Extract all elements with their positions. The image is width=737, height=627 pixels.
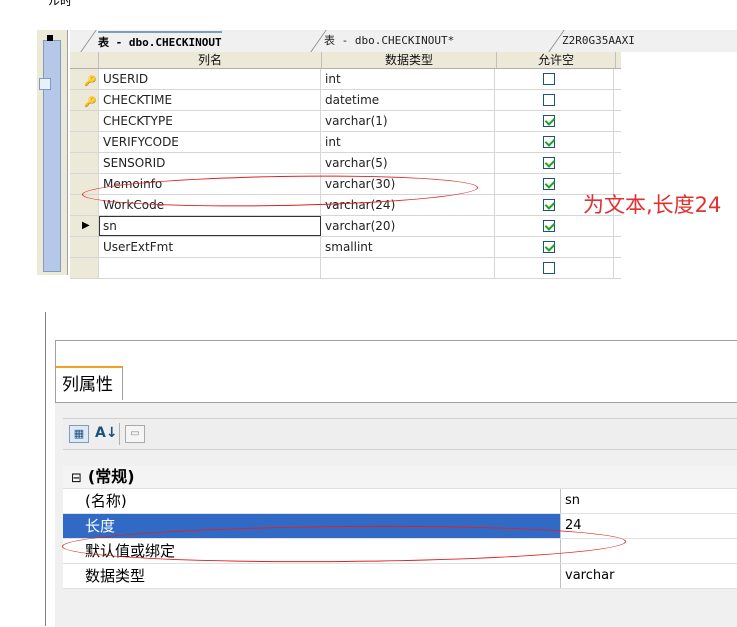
document-tab-bar: 表 - dbo.CHECKINOUT 表 - dbo.CHECKINOUT* Z… (70, 30, 737, 52)
data-type-cell[interactable]: int (321, 69, 495, 89)
allow-null-checkbox[interactable] (543, 157, 555, 169)
column-name-cell[interactable]: USERID (99, 69, 321, 89)
caption-fragment-text: ル时 (48, 0, 73, 8)
tab-checkinout-design[interactable]: 表 - dbo.CHECKINOUT (98, 31, 222, 53)
allow-null-checkbox[interactable] (543, 136, 555, 148)
collapse-icon[interactable]: ⊟ (71, 471, 82, 486)
prop-name: (名称) (63, 489, 561, 513)
categorized-icon[interactable]: ▦ (69, 425, 89, 443)
column-name-cell[interactable]: UserExtFmt (99, 237, 321, 257)
prop-row-data-type[interactable]: 数据类型 varchar (63, 564, 737, 589)
alphabetical-sort-icon[interactable]: A↓ (95, 425, 118, 441)
row-selector[interactable] (70, 111, 99, 131)
tree-node-icon[interactable] (39, 78, 51, 90)
prop-name: 数据类型 (63, 564, 561, 588)
allow-null-header[interactable]: 允许空 (497, 52, 616, 68)
allow-null-cell (495, 90, 614, 110)
table-row[interactable]: 🔑 USERID int (70, 69, 621, 90)
row-selector[interactable]: ▶ (70, 216, 99, 236)
section-general-label: (常规) (87, 467, 135, 486)
caption-fragment: ル时 (0, 0, 200, 18)
allow-null-checkbox[interactable] (543, 178, 555, 190)
table-row[interactable]: UserExtFmt smallint (70, 237, 621, 258)
property-pages-icon[interactable]: ▭ (125, 425, 145, 443)
data-type-cell[interactable]: varchar(5) (321, 153, 495, 173)
row-selector[interactable] (70, 132, 99, 152)
allow-null-checkbox[interactable] (543, 115, 555, 127)
data-type-cell[interactable]: smallint (321, 237, 495, 257)
allow-null-checkbox[interactable] (543, 94, 555, 106)
column-name-cell[interactable]: VERIFYCODE (99, 132, 321, 152)
prop-row-name[interactable]: (名称) sn (63, 489, 737, 514)
allow-null-checkbox[interactable] (543, 262, 555, 274)
table-row[interactable]: CHECKTYPE varchar(1) (70, 111, 621, 132)
column-name-cell[interactable]: SENSORID (99, 153, 321, 173)
row-selector[interactable] (70, 258, 99, 278)
data-type-header[interactable]: 数据类型 (322, 52, 497, 68)
explorer-scrollbar[interactable] (43, 40, 61, 272)
data-type-cell[interactable]: datetime (321, 90, 495, 110)
tab-column-properties[interactable]: 列属性 (55, 366, 123, 400)
explorer-marker-icon (47, 35, 53, 41)
table-row[interactable]: VERIFYCODE int (70, 132, 621, 153)
allow-null-checkbox[interactable] (543, 73, 555, 85)
column-name-cell[interactable]: CHECKTYPE (99, 111, 321, 131)
panel-divider (45, 312, 46, 626)
section-general[interactable]: ⊟ (常规) (63, 466, 737, 489)
column-name-cell[interactable]: CHECKTIME (99, 90, 321, 110)
table-row[interactable]: 🔑 CHECKTIME datetime (70, 90, 621, 111)
prop-value[interactable]: sn (561, 489, 737, 513)
allow-null-cell (495, 69, 614, 89)
row-selector[interactable]: 🔑 (70, 90, 99, 110)
data-type-cell[interactable]: varchar(20) (321, 216, 495, 236)
data-type-cell[interactable]: int (321, 132, 495, 152)
current-row-arrow-icon: ▶ (82, 220, 90, 231)
table-row[interactable]: ▶ sn varchar(20) (70, 216, 621, 237)
row-selector[interactable] (70, 153, 99, 173)
data-type-cell[interactable] (321, 258, 495, 278)
grid-header: 列名 数据类型 允许空 (70, 52, 621, 69)
allow-null-checkbox[interactable] (543, 199, 555, 211)
column-definition-grid: 列名 数据类型 允许空 🔑 USERID int 🔑 CHECKTIME datetime… (70, 52, 621, 279)
toolbar-divider (119, 423, 120, 445)
column-name-header[interactable]: 列名 (99, 52, 322, 68)
tab-checkinout-modified[interactable]: 表 - dbo.CHECKINOUT* (324, 31, 454, 51)
allow-null-cell (495, 132, 614, 152)
red-annotation-note: 为文本,长度24 (583, 193, 722, 217)
tab-server[interactable]: Z2R0G35AAXI (562, 31, 635, 51)
allow-null-cell (495, 258, 614, 278)
table-row[interactable]: SENSORID varchar(5) (70, 153, 621, 174)
key-icon: 🔑 (84, 76, 97, 87)
table-row[interactable] (70, 258, 621, 279)
prop-value[interactable]: varchar (561, 564, 737, 588)
allow-null-checkbox[interactable] (543, 241, 555, 253)
allow-null-checkbox[interactable] (543, 220, 555, 232)
allow-null-cell (495, 111, 614, 131)
column-name-cell[interactable] (99, 258, 321, 278)
row-selector-header (70, 52, 99, 68)
row-selector[interactable]: 🔑 (70, 69, 99, 89)
key-icon: 🔑 (84, 97, 97, 108)
allow-null-cell (495, 237, 614, 257)
data-type-cell[interactable]: varchar(1) (321, 111, 495, 131)
object-explorer-edge (37, 30, 68, 275)
properties-toolbar: ▦ A↓ ▭ (63, 418, 737, 450)
column-name-cell[interactable]: sn (99, 216, 321, 236)
row-selector[interactable] (70, 237, 99, 257)
allow-null-cell (495, 153, 614, 173)
